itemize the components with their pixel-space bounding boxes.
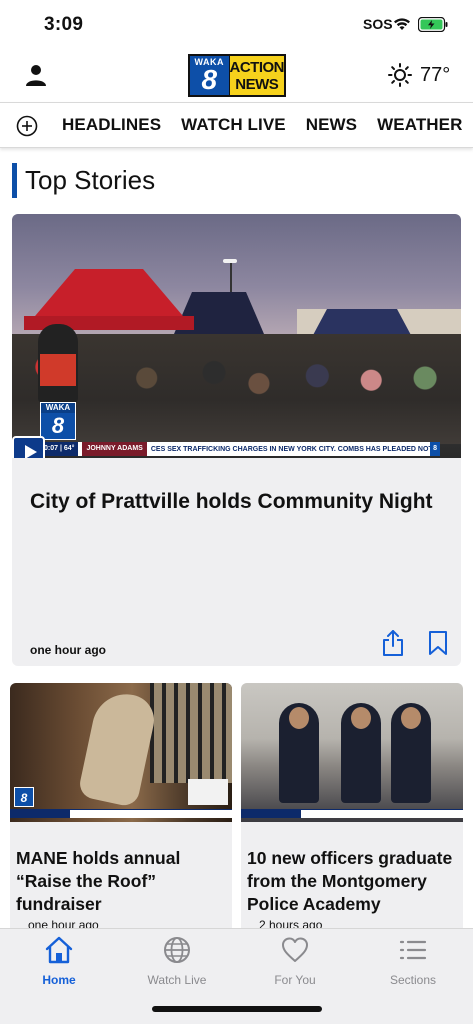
section-header: Top Stories — [12, 163, 155, 198]
tab-home[interactable]: Home — [9, 935, 109, 991]
globe-icon — [164, 937, 190, 963]
ticker-time: 0:07 | 64° — [40, 442, 79, 456]
channel-bug-eight: 8 — [51, 413, 65, 438]
news-ticker: 0:07 | 64° JOHNNY ADAMS CES SEX TRAFFICK… — [40, 442, 440, 456]
app-screen: 3:09 SOS WAKA 8 ACTION NEWS 77° HEADLINE… — [0, 0, 473, 1024]
story-card-mane[interactable]: 8 MANE holds annual “Raise the Roof” fun… — [10, 683, 232, 943]
news-ticker-small-tag — [241, 810, 301, 818]
ticker-logo: 8 — [430, 442, 440, 456]
scene-officer — [391, 703, 431, 803]
tab-watch-live[interactable]: Watch Live — [127, 935, 227, 991]
channel-bug-waka: WAKA — [41, 403, 75, 413]
channel-bug-small: 8 — [14, 787, 34, 807]
add-category-icon[interactable] — [16, 115, 38, 137]
logo-waka-badge: WAKA 8 — [190, 56, 230, 95]
main-story-card[interactable]: WAKA 8 0:07 | 64° JOHNNY ADAMS CES SEX T… — [12, 214, 461, 666]
ticker-text: CES SEX TRAFFICKING CHARGES IN NEW YORK … — [150, 445, 430, 453]
logo-action-text: ACTION — [229, 58, 285, 76]
scene-officer-head — [351, 707, 371, 729]
logo-wordmark: ACTION NEWS — [230, 56, 285, 95]
section-accent-bar — [12, 163, 17, 198]
story-card-officers[interactable]: 10 new officers graduate from the Montgo… — [241, 683, 463, 943]
scene-officer — [341, 703, 381, 803]
play-video-icon[interactable] — [12, 436, 45, 458]
list-icon — [399, 940, 427, 960]
news-ticker-small — [241, 809, 463, 818]
status-time: 3:09 — [44, 14, 84, 35]
main-story-headline[interactable]: City of Prattville holds Community Night — [30, 488, 450, 516]
nav-item-weather[interactable]: WEATHER — [377, 115, 462, 135]
story-headline[interactable]: 10 new officers graduate from the Montgo… — [247, 847, 457, 916]
channel-bug: WAKA 8 — [40, 402, 76, 440]
nav-item-news[interactable]: NEWS — [306, 115, 357, 135]
main-story-timestamp: one hour ago — [30, 643, 106, 657]
category-nav: HEADLINES WATCH LIVE NEWS WEATHER TO — [0, 102, 473, 148]
story-image-officers[interactable] — [241, 683, 463, 822]
logo-eight-text: 8 — [201, 64, 218, 95]
scene-horse — [77, 687, 159, 809]
battery-icon — [418, 17, 448, 32]
scene-officer-head — [289, 707, 309, 729]
scene-sign — [188, 779, 228, 805]
scene-light-head — [223, 259, 237, 263]
nav-item-headlines[interactable]: HEADLINES — [62, 115, 161, 135]
logo-news-text: NEWS — [235, 75, 279, 93]
ticker-brand: JOHNNY ADAMS — [82, 442, 147, 456]
home-icon — [45, 936, 73, 964]
section-title: Top Stories — [25, 165, 156, 195]
story-headline[interactable]: MANE holds annual “Raise the Roof” fundr… — [16, 847, 226, 916]
news-ticker-small — [10, 809, 232, 818]
wifi-icon — [394, 18, 410, 30]
category-nav-items: HEADLINES WATCH LIVE NEWS WEATHER TO — [62, 103, 473, 147]
main-story-video-thumbnail[interactable]: WAKA 8 0:07 | 64° JOHNNY ADAMS CES SEX T… — [12, 214, 461, 458]
tab-for-you-label: For You — [274, 973, 316, 987]
weather-temperature[interactable]: 77° — [420, 64, 450, 87]
sos-indicator: SOS — [363, 16, 393, 32]
scene-mascot-shirt — [40, 354, 76, 386]
scene-crowd — [12, 334, 461, 444]
tab-sections-label: Sections — [389, 973, 437, 987]
nav-item-watch-live[interactable]: WATCH LIVE — [181, 115, 286, 135]
sun-icon[interactable] — [388, 63, 412, 87]
tab-for-you[interactable]: For You — [245, 935, 345, 991]
news-ticker-small-tag — [10, 810, 70, 818]
heart-icon — [282, 937, 308, 962]
home-indicator[interactable] — [152, 1006, 322, 1012]
scene-officer-head — [401, 707, 421, 729]
status-bar: 3:09 SOS — [0, 0, 473, 50]
share-icon[interactable] — [381, 629, 405, 657]
account-icon[interactable] — [24, 63, 48, 87]
tab-watch-live-label: Watch Live — [147, 973, 207, 987]
tab-sections[interactable]: Sections — [363, 935, 463, 991]
scene-officer — [279, 703, 319, 803]
tab-home-label: Home — [42, 973, 76, 987]
bookmark-icon[interactable] — [428, 630, 448, 656]
waka-action-news-logo[interactable]: WAKA 8 ACTION NEWS — [188, 54, 286, 97]
scene-tent-blue — [312, 309, 412, 337]
story-image-horse[interactable]: 8 — [10, 683, 232, 822]
app-header: WAKA 8 ACTION NEWS 77° — [0, 50, 473, 102]
scene-stall-bars — [150, 683, 232, 783]
